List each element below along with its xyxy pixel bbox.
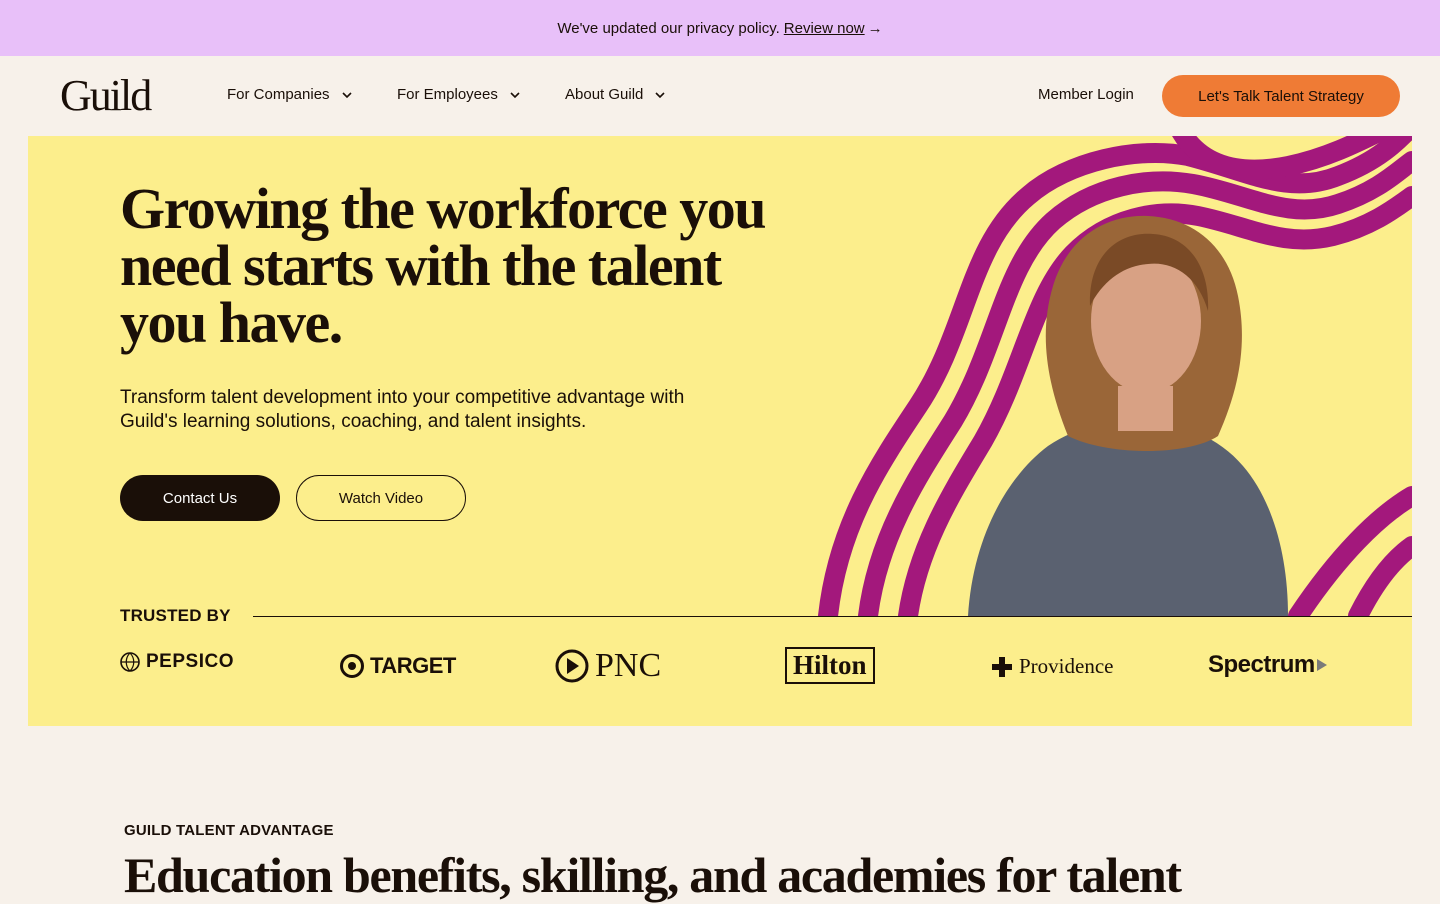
hero-subtitle: Transform talent development into your c… xyxy=(120,387,685,432)
nav-for-companies[interactable]: For Companies xyxy=(227,86,352,103)
logo-text: Hilton xyxy=(793,650,867,680)
hilton-logo: Hilton xyxy=(785,647,875,684)
contact-us-button[interactable]: Contact Us xyxy=(120,475,280,521)
target-bullseye-icon xyxy=(340,654,364,678)
chevron-down-icon xyxy=(510,91,520,98)
section-title: Education benefits, skilling, and academ… xyxy=(124,847,1182,903)
hero-section: Growing the workforce you need starts wi… xyxy=(28,136,1412,726)
pepsico-logo: PEPSICO xyxy=(120,651,234,673)
banner-text: We've updated our privacy policy. xyxy=(557,19,780,37)
logo-text: Spectrum xyxy=(1208,651,1315,678)
watch-video-button[interactable]: Watch Video xyxy=(296,475,466,521)
chevron-down-icon xyxy=(655,91,665,98)
play-icon xyxy=(1316,659,1327,671)
talent-strategy-button[interactable]: Let's Talk Talent Strategy xyxy=(1162,75,1400,117)
nav-item-label: About Guild xyxy=(565,86,644,103)
review-now-link[interactable]: Review now xyxy=(784,20,865,37)
chevron-down-icon xyxy=(341,91,352,98)
hero-portrait-image xyxy=(818,136,1412,616)
trusted-logos: PEPSICO TARGET PNC Hilton Providence Spe… xyxy=(28,641,1412,701)
pnc-mark-icon xyxy=(555,649,589,683)
hero-title: Growing the workforce you need starts wi… xyxy=(120,176,767,355)
logo-text: PEPSICO xyxy=(146,651,234,672)
spectrum-logo: Spectrum xyxy=(1208,651,1327,679)
logo-text: Providence xyxy=(1019,654,1114,678)
logo-text: TARGET xyxy=(370,653,456,678)
nav-item-label: For Companies xyxy=(227,86,330,103)
pnc-logo: PNC xyxy=(555,647,661,685)
cross-icon xyxy=(992,656,1012,677)
providence-logo: Providence xyxy=(991,654,1113,679)
guild-logo[interactable]: Guild xyxy=(60,74,152,118)
nav-for-employees[interactable]: For Employees xyxy=(397,86,520,103)
top-navigation: Guild For Companies For Employees About … xyxy=(0,56,1440,136)
nav-item-label: For Employees xyxy=(397,86,498,103)
logo-text: PNC xyxy=(595,647,662,684)
privacy-banner: We've updated our privacy policy. Review… xyxy=(0,0,1440,56)
trusted-divider xyxy=(253,616,1412,617)
target-logo: TARGET xyxy=(340,653,456,679)
trusted-by-label: TRUSTED BY xyxy=(120,606,231,625)
member-login-link[interactable]: Member Login xyxy=(1038,86,1134,103)
section-label: GUILD TALENT ADVANTAGE xyxy=(124,822,334,839)
arrow-right-icon[interactable]: → xyxy=(868,20,883,37)
nav-about-guild[interactable]: About Guild xyxy=(565,86,665,103)
globe-icon xyxy=(120,652,140,672)
